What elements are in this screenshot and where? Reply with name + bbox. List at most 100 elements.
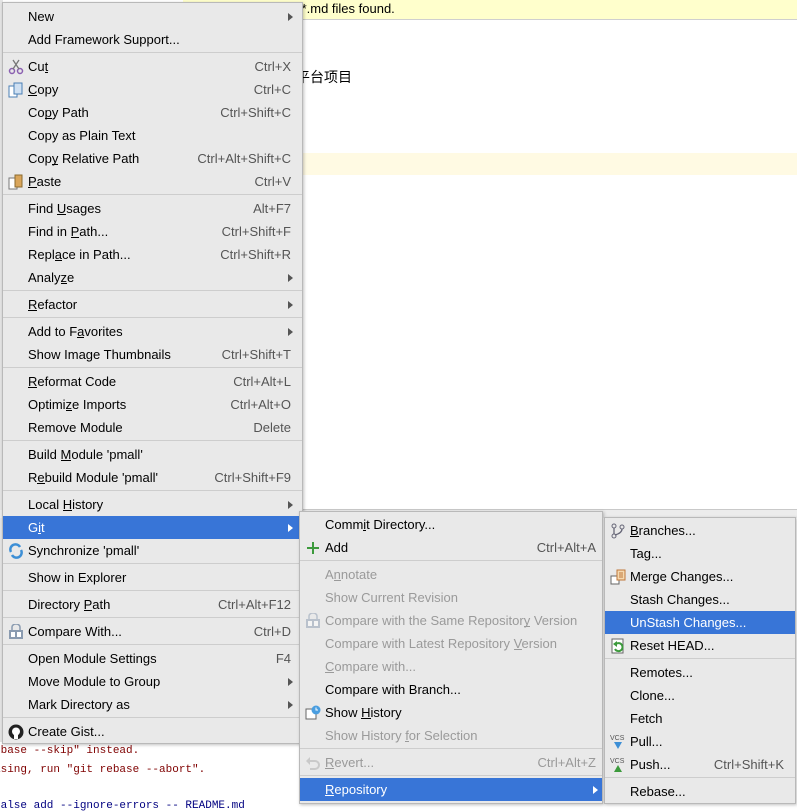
menu-item-stash-changes[interactable]: Stash Changes... <box>605 588 795 611</box>
menu-item-label: Synchronize 'pmall' <box>28 543 140 558</box>
menu-item-show-image-thumbnails[interactable]: Show Image Thumbnails Ctrl+Shift+T <box>3 343 302 366</box>
menu-item-label: Stash Changes... <box>630 592 730 607</box>
menu-item-add-framework-support[interactable]: Add Framework Support... <box>3 28 302 51</box>
menu-item-copy[interactable]: Copy Ctrl+C <box>3 78 302 101</box>
mnemonic-underline <box>83 610 93 611</box>
scissors-icon <box>7 58 24 75</box>
menu-item-mark-directory-as[interactable]: Mark Directory as <box>3 693 302 716</box>
menu-item-refactor[interactable]: Refactor <box>3 293 302 316</box>
menu-item-reformat-code[interactable]: Reformat Code Ctrl+Alt+L <box>3 370 302 393</box>
menu-item-copy-as-plain-text[interactable]: Copy as Plain Text <box>3 124 302 147</box>
shortcut-label: Delete <box>253 420 291 435</box>
menu-item-remotes[interactable]: Remotes... <box>605 661 795 684</box>
menu-item-find-usages[interactable]: Find Usages Alt+F7 <box>3 197 302 220</box>
menu-item-show-history-for-selection[interactable]: Show History for Selection <box>300 724 602 747</box>
repository-submenu: Branches... Tag... Merge Changes... Stash C… <box>604 517 796 804</box>
menu-item-analyze[interactable]: Analyze <box>3 266 302 289</box>
menu-item-branches[interactable]: Branches... <box>605 519 795 542</box>
shortcut-label: Ctrl+D <box>253 624 291 639</box>
menu-item-remove-module[interactable]: Remove Module Delete <box>3 416 302 439</box>
menu-item-label: Git <box>28 520 45 535</box>
menu-item-push[interactable]: VCS Push... Ctrl+Shift+K <box>605 753 795 776</box>
submenu-arrow-icon <box>593 786 598 794</box>
mnemonic-underline <box>28 187 37 188</box>
menu-item-compare-with-the-same-repository-version[interactable]: Compare with the Same Repository Version <box>300 609 602 632</box>
menu-item-paste[interactable]: Paste Ctrl+V <box>3 170 302 193</box>
menu-item-optimize-imports[interactable]: Optimize Imports Ctrl+Alt+O <box>3 393 302 416</box>
reset-icon <box>609 637 626 654</box>
menu-item-find-in-path[interactable]: Find in Path... Ctrl+Shift+F <box>3 220 302 243</box>
menu-item-copy-relative-path[interactable]: Copy Relative Path Ctrl+Alt+Shift+C <box>3 147 302 170</box>
menu-item-merge-changes[interactable]: Merge Changes... <box>605 565 795 588</box>
menu-item-tag[interactable]: Tag... <box>605 542 795 565</box>
menu-item-reset-head[interactable]: Reset HEAD... <box>605 634 795 657</box>
menu-item-unstash-changes[interactable]: UnStash Changes... <box>605 611 795 634</box>
menu-item-label: Push... <box>630 757 671 772</box>
menu-item-compare-with[interactable]: Compare With... Ctrl+D <box>3 620 302 643</box>
mnemonic-underline <box>77 337 85 338</box>
menu-item-fetch[interactable]: Fetch <box>605 707 795 730</box>
mnemonic-underline <box>28 387 38 388</box>
menu-item-git[interactable]: Git <box>3 516 302 539</box>
menu-item-clone[interactable]: Clone... <box>605 684 795 707</box>
submenu-arrow-icon <box>288 13 293 21</box>
mnemonic-underline <box>325 795 335 796</box>
menu-item-label: Find in Path... <box>28 224 109 239</box>
mnemonic-underline <box>405 741 409 742</box>
menu-item-label: UnStash Changes... <box>630 615 747 630</box>
menu-item-revert[interactable]: Revert... Ctrl+Alt+Z <box>300 751 602 774</box>
mnemonic-underline <box>51 164 59 165</box>
menu-item-pull[interactable]: VCS Pull... <box>605 730 795 753</box>
github-icon <box>7 723 24 740</box>
menu-item-create-gist[interactable]: Create Gist... <box>3 720 302 743</box>
menu-item-add-to-favorites[interactable]: Add to Favorites <box>3 320 302 343</box>
shortcut-label: Ctrl+Alt+Shift+C <box>197 151 291 166</box>
menu-item-local-history[interactable]: Local History <box>3 493 302 516</box>
menu-item-compare-with[interactable]: Compare with... <box>300 655 602 678</box>
menu-item-show-current-revision[interactable]: Show Current Revision <box>300 586 602 609</box>
menu-item-label: Paste <box>28 174 62 189</box>
menu-item-rebase[interactable]: Rebase... <box>605 780 795 803</box>
menu-item-add[interactable]: Add Ctrl+Alt+A <box>300 536 602 559</box>
svg-text:VCS: VCS <box>610 735 625 742</box>
submenu-arrow-icon <box>288 524 293 532</box>
menu-item-cut[interactable]: Cut Ctrl+X <box>3 55 302 78</box>
menu-item-build-module-pmall[interactable]: Build Module 'pmall' <box>3 443 302 466</box>
menu-item-new[interactable]: New <box>3 5 302 28</box>
menu-item-rebuild-module-pmall[interactable]: Rebuild Module 'pmall' Ctrl+Shift+F9 <box>3 466 302 489</box>
mnemonic-underline <box>28 310 38 311</box>
menu-item-compare-with-branch[interactable]: Compare with Branch... <box>300 678 602 701</box>
synchronize-icon <box>7 542 24 559</box>
menu-item-compare-with-latest-repository-version[interactable]: Compare with Latest Repository Version <box>300 632 602 655</box>
menu-item-label: Add to Favorites <box>28 324 123 339</box>
mnemonic-underline <box>363 530 367 531</box>
menu-item-label: Add <box>325 540 349 555</box>
menu-item-synchronize-pmall[interactable]: Synchronize 'pmall' <box>3 539 302 562</box>
menu-item-repository[interactable]: Repository <box>300 778 602 801</box>
menu-item-label: Copy <box>28 82 59 97</box>
mnemonic-underline <box>37 483 45 484</box>
menu-item-replace-in-path[interactable]: Replace in Path... Ctrl+Shift+R <box>3 243 302 266</box>
shortcut-label: Ctrl+Alt+Z <box>537 755 596 770</box>
mnemonic-underline <box>70 237 80 238</box>
menu-item-label: Create Gist... <box>28 724 105 739</box>
menu-item-label: Compare With... <box>28 624 122 639</box>
vcs-push-icon: VCS <box>609 756 626 773</box>
menu-item-move-module-to-group[interactable]: Move Module to Group <box>3 670 302 693</box>
menu-item-label: Show Image Thumbnails <box>28 347 171 362</box>
menu-item-show-in-explorer[interactable]: Show in Explorer <box>3 566 302 589</box>
menu-item-show-history[interactable]: Show History <box>300 701 602 724</box>
menu-item-label: Reformat Code <box>28 374 117 389</box>
mnemonic-underline <box>60 460 72 461</box>
menu-item-copy-path[interactable]: Copy Path Ctrl+Shift+C <box>3 101 302 124</box>
menu-item-label: Revert... <box>325 755 375 770</box>
menu-item-label: Open Module Settings <box>28 651 157 666</box>
menu-item-directory-path[interactable]: Directory Path Ctrl+Alt+F12 <box>3 593 302 616</box>
menu-item-label: Compare with... <box>325 659 417 674</box>
menu-item-annotate[interactable]: Annotate <box>300 563 602 586</box>
shortcut-label: Ctrl+Shift+F9 <box>214 470 291 485</box>
menu-item-open-module-settings[interactable]: Open Module Settings F4 <box>3 647 302 670</box>
menu-item-commit-directory[interactable]: Commit Directory... <box>300 513 602 536</box>
plus-icon <box>304 539 321 556</box>
paste-icon <box>7 173 24 190</box>
